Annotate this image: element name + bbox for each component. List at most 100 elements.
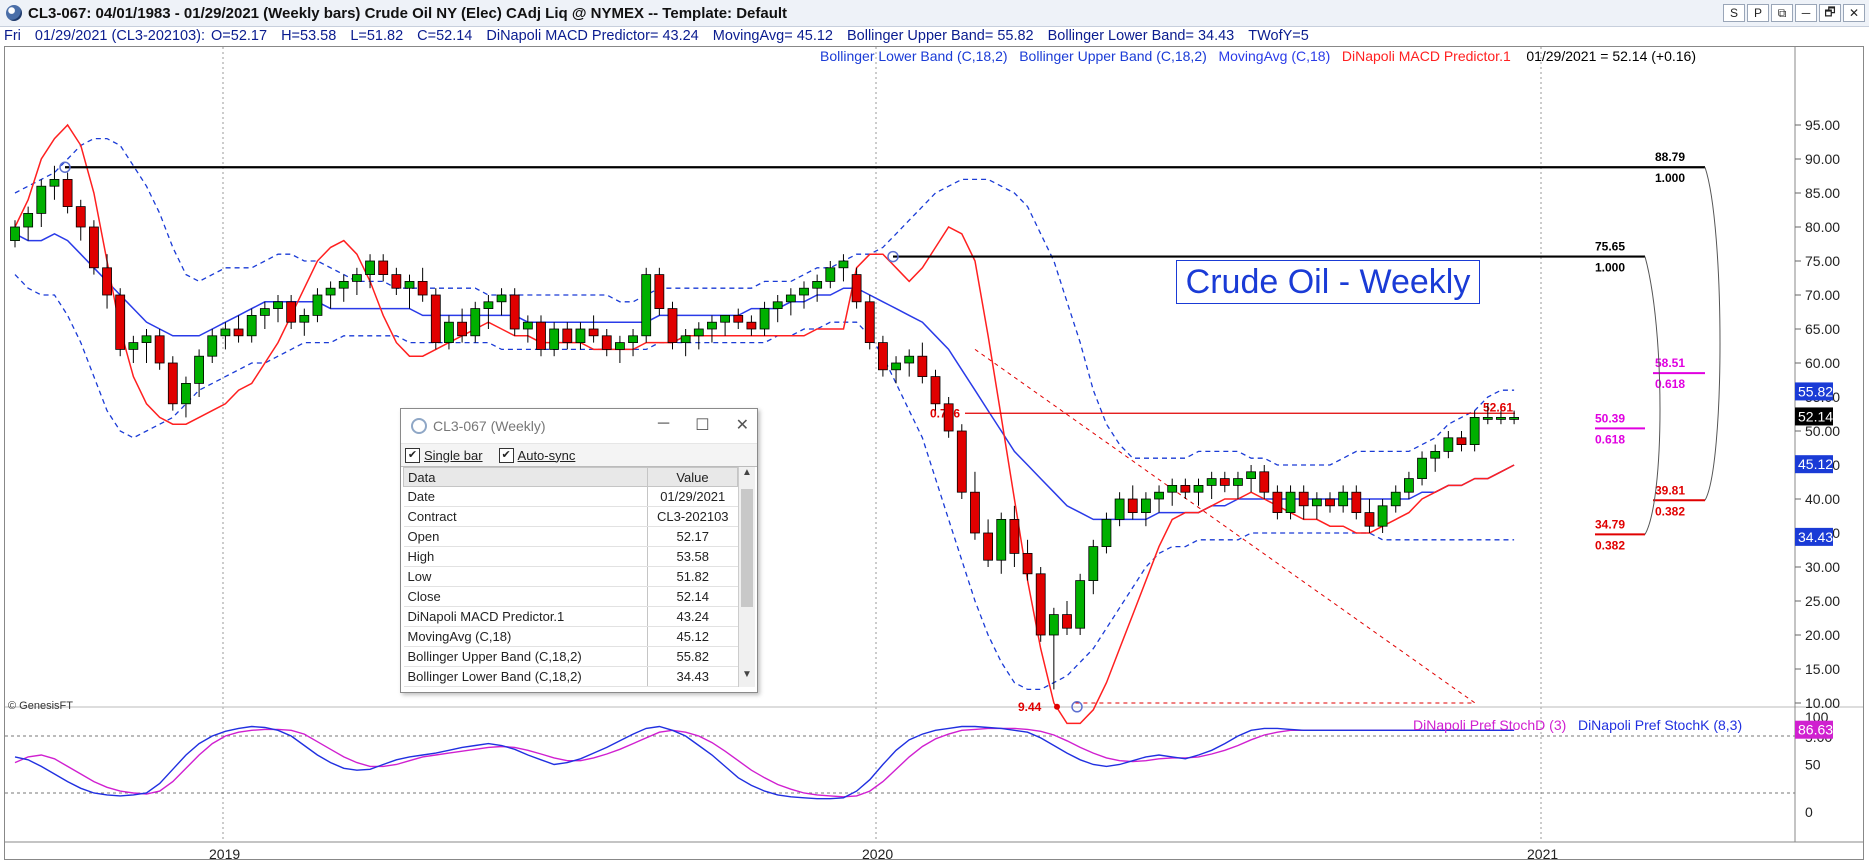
row-label: High <box>403 546 648 567</box>
row-label: Bollinger Lower Band (C,18,2) <box>403 666 648 687</box>
restore-button[interactable]: 🗗 <box>1819 4 1841 22</box>
table-row[interactable]: Open 52.17 <box>403 526 738 547</box>
candle-body <box>430 294 441 343</box>
info-high: H=53.58 <box>281 28 337 44</box>
window-title: CL3-067: 04/01/1983 - 01/29/2021 (Weekly… <box>28 4 788 22</box>
candle-body <box>943 403 954 432</box>
candle-body <box>1035 573 1046 636</box>
candle-body <box>1404 478 1414 493</box>
dw-maximize-icon[interactable]: ☐ <box>695 415 709 435</box>
price-tick-label: 15.00 <box>1805 661 1840 677</box>
candle-body <box>1509 416 1519 420</box>
candle-body <box>312 294 323 316</box>
candle-body <box>1443 437 1454 452</box>
candle-body <box>1180 484 1191 493</box>
col-header-value[interactable]: Value <box>647 467 738 487</box>
candle-body <box>1338 491 1349 507</box>
row-value: 43.24 <box>647 606 738 627</box>
candle-body <box>970 491 980 534</box>
candle-body <box>562 328 573 344</box>
candle-body <box>338 280 349 289</box>
auto-sync-check-icon[interactable]: ✔ <box>498 447 514 463</box>
table-row[interactable]: Bollinger Upper Band (C,18,2) 55.82 <box>403 646 738 667</box>
level-label-75: 75.65 <box>1595 240 1625 254</box>
price-chart[interactable]: 88.791.00075.651.00058.510.61850.390.618… <box>5 47 1863 862</box>
row-label: Contract <box>403 506 648 527</box>
candle-body <box>707 321 717 330</box>
scroll-up-icon[interactable]: ▲ <box>739 467 755 485</box>
single-bar-check-icon[interactable]: ✔ <box>405 447 420 463</box>
candle-body <box>1075 580 1086 629</box>
candle-body <box>575 328 586 344</box>
legend-stochk: DiNapoli Pref StochK (8,3) <box>1577 717 1743 733</box>
candle-body <box>641 274 652 337</box>
detach-icon[interactable]: ⧉ <box>1771 4 1793 22</box>
table-row[interactable]: Bollinger Lower Band (C,18,2) 34.43 <box>403 666 738 687</box>
table-row[interactable]: Date 01/29/2021 <box>403 486 738 507</box>
candle-body <box>417 280 428 296</box>
candle-body <box>1206 478 1217 486</box>
scroll-thumb[interactable] <box>741 489 753 607</box>
legend-last-price: 01/29/2021 = 52.14 (+0.16) <box>1526 48 1697 64</box>
close-button[interactable]: ✕ <box>1843 4 1865 22</box>
row-value: 01/29/2021 <box>647 486 738 507</box>
price-tick-label: 65.00 <box>1805 321 1840 337</box>
data-window[interactable]: CL3-067 (Weekly) ─ ☐ ✕ ✔ Single bar ✔ Auto… <box>400 408 758 693</box>
auto-sync-checkbox[interactable]: ✔ Auto-sync <box>498 447 576 463</box>
p-button[interactable]: P <box>1747 4 1769 22</box>
table-row[interactable]: MovingAvg (C,18) 45.12 <box>403 626 738 647</box>
level-ratio-50: 0.618 <box>1595 432 1625 446</box>
table-row[interactable]: DiNapoli MACD Predictor.1 43.24 <box>403 606 738 627</box>
table-row[interactable]: Contract CL3-202103 <box>403 506 738 527</box>
candle-body <box>825 267 836 282</box>
candle-body <box>588 328 599 337</box>
candle-body <box>1469 416 1480 445</box>
level-label-34: 34.79 <box>1595 517 1625 531</box>
candle-body <box>549 328 560 350</box>
level-label-39: 39.81 <box>1655 483 1685 497</box>
table-row[interactable]: High 53.58 <box>403 546 738 567</box>
row-label: Open <box>403 526 648 547</box>
stoch-legend: DiNapoli Pref StochD (3) DiNapoli Pref S… <box>1413 717 1742 733</box>
candle-body <box>1101 518 1112 547</box>
indicator-legend: Bollinger Lower Band (C,18,2) Bollinger … <box>820 48 1696 64</box>
single-bar-checkbox[interactable]: ✔ Single bar <box>405 447 483 463</box>
s-button[interactable]: S <box>1723 4 1745 22</box>
dw-close-icon[interactable]: ✕ <box>736 415 749 435</box>
row-value: 45.12 <box>647 626 738 647</box>
dw-minimize-icon[interactable]: ─ <box>658 415 669 435</box>
candle-body <box>89 226 99 269</box>
candle-body <box>1022 552 1033 575</box>
level-ratio-34: 0.382 <box>1595 538 1625 552</box>
candle-body <box>772 301 783 310</box>
candle-body <box>1390 491 1401 507</box>
candle-body <box>1311 498 1322 507</box>
candle-body <box>1088 546 1099 582</box>
scroll-down-icon[interactable]: ▼ <box>739 669 755 687</box>
minimize-button[interactable]: ─ <box>1795 4 1817 22</box>
candle-body <box>1114 498 1125 520</box>
candle-body <box>930 376 941 405</box>
chart-area[interactable]: 88.79 1.000 75.65 1.000 58.51 0.618 50.39 0.618… <box>4 46 1864 862</box>
info-twofy: TWofY=5 <box>1248 28 1309 44</box>
candle-body <box>1417 457 1427 480</box>
candle-body <box>1272 491 1283 514</box>
candle-body <box>956 430 967 493</box>
candle-body <box>75 206 86 228</box>
candle-body <box>470 308 481 337</box>
table-row[interactable]: Low 51.82 <box>403 566 738 587</box>
table-row[interactable]: Close 52.14 <box>403 586 738 607</box>
time-tick-label: 2021 <box>1527 846 1558 859</box>
candle-body <box>904 355 915 364</box>
tag-close: 52.14 <box>1798 408 1833 424</box>
data-window-controls: ─ ☐ ✕ <box>658 415 749 435</box>
stoch-tick-label: 0 <box>1805 804 1813 820</box>
data-window-scrollbar[interactable]: ▲ ▼ <box>738 467 755 687</box>
candle-body <box>615 342 625 350</box>
auto-sync-label: Auto-sync <box>517 447 576 463</box>
tag-ma: 45.12 <box>1798 456 1833 472</box>
col-header-data[interactable]: Data <box>403 467 648 487</box>
row-value: 55.82 <box>647 646 738 667</box>
candle-body <box>444 321 454 344</box>
app-icon <box>6 5 22 21</box>
